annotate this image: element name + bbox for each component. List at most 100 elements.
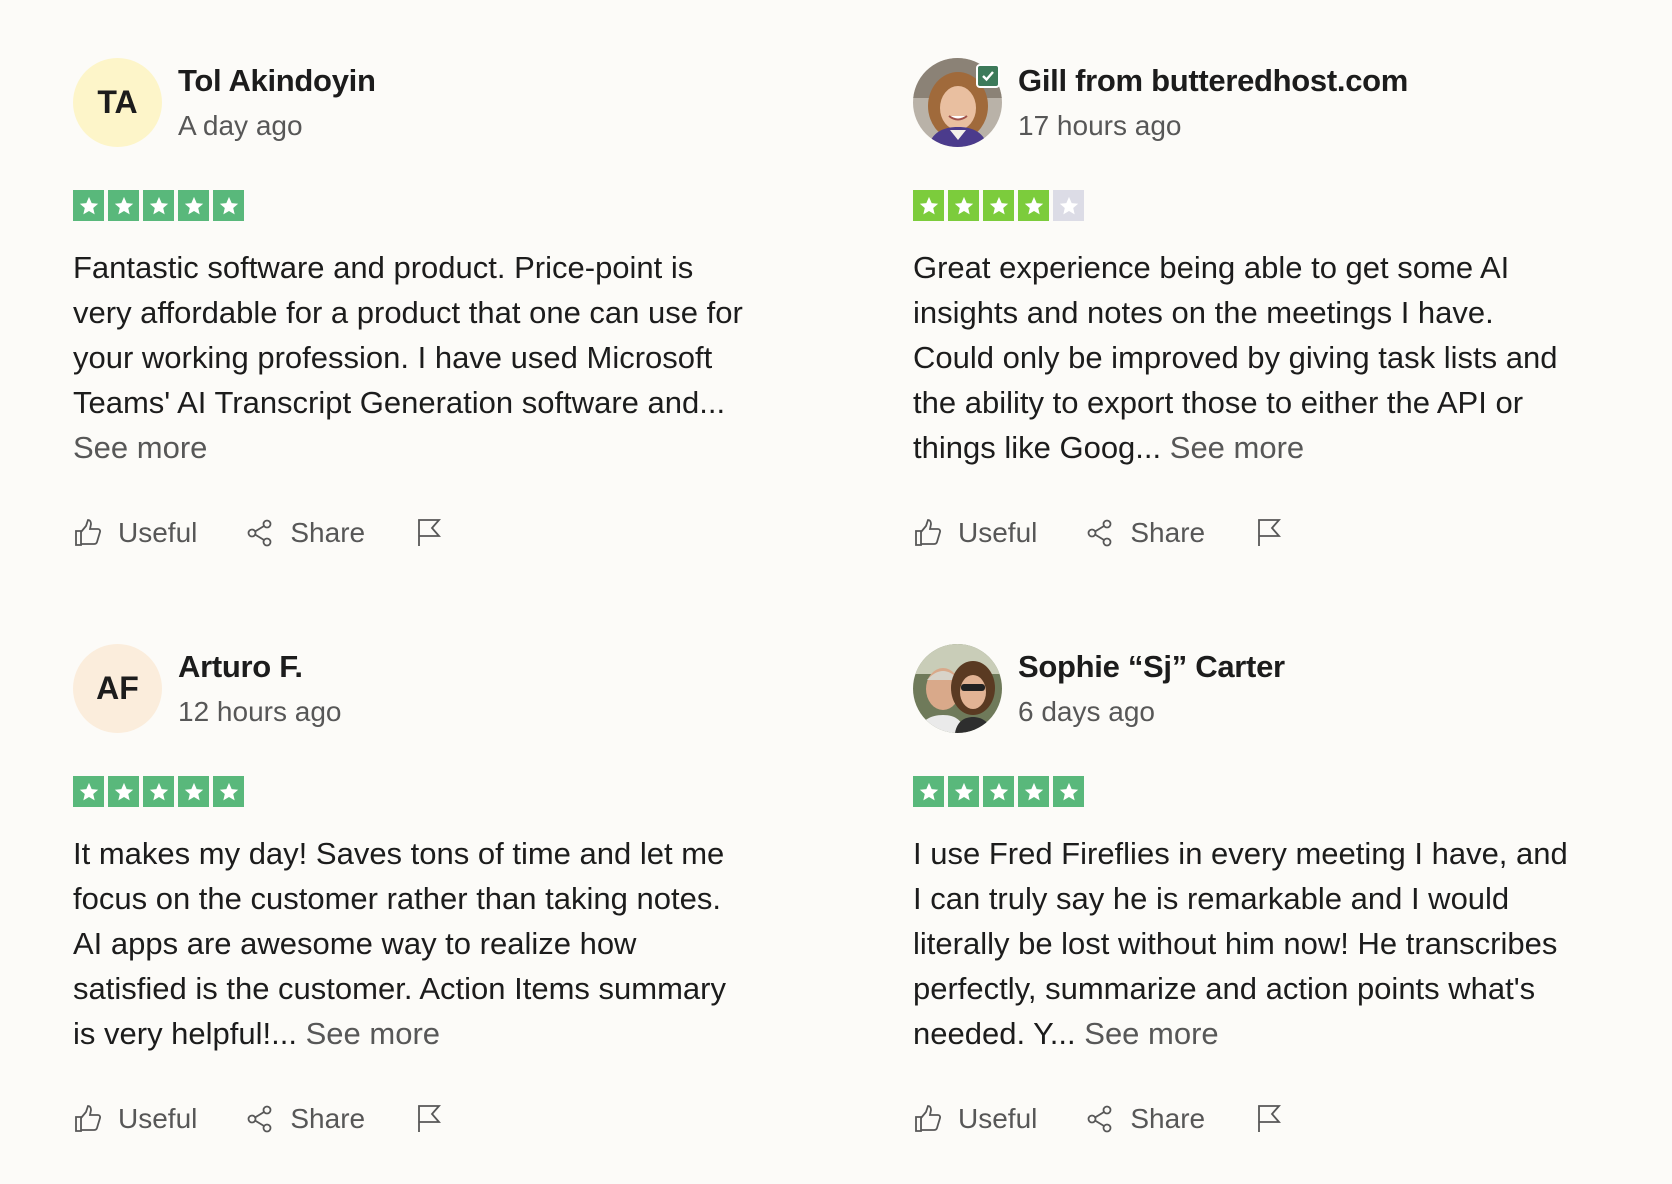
share-button[interactable]: Share	[245, 517, 365, 549]
flag-icon	[418, 519, 442, 546]
share-button[interactable]: Share	[1085, 517, 1205, 549]
reviewer-name[interactable]: Sophie “Sj” Carter	[1018, 648, 1285, 685]
report-button[interactable]	[413, 518, 443, 548]
star-filled	[1018, 190, 1049, 221]
useful-label: Useful	[958, 1103, 1038, 1134]
reviewer-meta: Tol Akindoyin A day ago	[178, 58, 376, 142]
useful-button[interactable]: Useful	[913, 1103, 1037, 1135]
see-more-link[interactable]: See more	[73, 430, 207, 465]
star-empty	[1053, 190, 1084, 221]
review-card: Gill from butteredhost.com 17 hours ago …	[913, 58, 1593, 598]
useful-button[interactable]: Useful	[73, 517, 197, 549]
report-button[interactable]	[1253, 518, 1283, 548]
star-filled	[913, 776, 944, 807]
star-filled	[143, 776, 174, 807]
reviewer-meta: Gill from butteredhost.com 17 hours ago	[1018, 58, 1408, 142]
useful-button[interactable]: Useful	[913, 517, 1037, 549]
star-filled	[948, 190, 979, 221]
see-more-link[interactable]: See more	[306, 1016, 440, 1051]
share-icon	[247, 519, 272, 547]
review-actions: Useful Share	[73, 513, 443, 553]
star-filled	[948, 776, 979, 807]
review-text: Great experience being able to get some …	[913, 245, 1583, 470]
review-time: 17 hours ago	[1018, 110, 1182, 142]
share-button[interactable]: Share	[245, 1103, 365, 1135]
review-text: Fantastic software and product. Price-po…	[73, 245, 743, 470]
review-card: AF Arturo F. 12 hours ago It makes my da…	[73, 644, 753, 1184]
avatar[interactable]	[913, 644, 1002, 733]
avatar[interactable]	[913, 58, 1002, 147]
reviewer-meta: Arturo F. 12 hours ago	[178, 644, 341, 728]
review-time: A day ago	[178, 110, 303, 142]
share-label: Share	[290, 1103, 366, 1134]
review-card: Sophie “Sj” Carter 6 days ago I use Fred…	[913, 644, 1593, 1184]
report-button[interactable]	[413, 1104, 443, 1134]
review-header: Sophie “Sj” Carter 6 days ago	[913, 644, 1593, 734]
report-button[interactable]	[1253, 1104, 1283, 1134]
star-filled	[73, 190, 104, 221]
share-icon	[1087, 519, 1112, 547]
review-header: AF Arturo F. 12 hours ago	[73, 644, 753, 734]
share-label: Share	[290, 517, 366, 548]
review-text-content: I use Fred Fireflies in every meeting I …	[913, 836, 1568, 1051]
star-filled	[213, 776, 244, 807]
share-icon	[1087, 1105, 1112, 1133]
star-rating	[913, 190, 1593, 221]
star-filled	[1053, 776, 1084, 807]
reviews-grid: TA Tol Akindoyin A day ago Fantastic sof…	[0, 0, 1672, 1184]
star-filled	[178, 190, 209, 221]
star-filled	[213, 190, 244, 221]
review-text: It makes my day! Saves tons of time and …	[73, 831, 743, 1056]
avatar-initials: AF	[96, 670, 139, 706]
review-time: 6 days ago	[1018, 696, 1155, 728]
useful-label: Useful	[118, 1103, 198, 1134]
flag-icon	[1258, 519, 1282, 546]
review-actions: Useful Share	[913, 1099, 1283, 1139]
share-label: Share	[1130, 1103, 1206, 1134]
star-filled	[913, 190, 944, 221]
thumbs-up-icon	[915, 519, 942, 546]
avatar-initials: TA	[97, 84, 138, 120]
star-filled	[108, 190, 139, 221]
star-rating	[913, 776, 1593, 807]
star-filled	[983, 190, 1014, 221]
star-filled	[73, 776, 104, 807]
review-time: 12 hours ago	[178, 696, 342, 728]
review-card: TA Tol Akindoyin A day ago Fantastic sof…	[73, 58, 753, 598]
thumbs-up-icon	[915, 1105, 942, 1132]
share-button[interactable]: Share	[1085, 1103, 1205, 1135]
review-text: I use Fred Fireflies in every meeting I …	[913, 831, 1583, 1056]
avatar-photo	[913, 644, 1002, 733]
share-icon	[247, 1105, 272, 1133]
useful-label: Useful	[958, 517, 1038, 548]
star-rating	[73, 776, 753, 807]
review-header: TA Tol Akindoyin A day ago	[73, 58, 753, 148]
review-text-content: Fantastic software and product. Price-po…	[73, 250, 743, 420]
star-filled	[143, 190, 174, 221]
star-filled	[1018, 776, 1049, 807]
useful-button[interactable]: Useful	[73, 1103, 197, 1135]
useful-label: Useful	[118, 517, 198, 548]
avatar[interactable]: AF	[73, 644, 162, 733]
star-rating	[73, 190, 753, 221]
reviewer-name[interactable]: Gill from butteredhost.com	[1018, 62, 1408, 99]
flag-icon	[418, 1105, 442, 1132]
flag-icon	[1258, 1105, 1282, 1132]
star-filled	[108, 776, 139, 807]
review-actions: Useful Share	[913, 513, 1283, 553]
review-header: Gill from butteredhost.com 17 hours ago	[913, 58, 1593, 148]
reviewer-meta: Sophie “Sj” Carter 6 days ago	[1018, 644, 1285, 728]
see-more-link[interactable]: See more	[1170, 430, 1304, 465]
share-label: Share	[1130, 517, 1206, 548]
see-more-link[interactable]: See more	[1084, 1016, 1218, 1051]
thumbs-up-icon	[75, 1105, 102, 1132]
star-filled	[983, 776, 1014, 807]
reviewer-name[interactable]: Tol Akindoyin	[178, 62, 376, 99]
thumbs-up-icon	[75, 519, 102, 546]
checkmark-icon	[982, 71, 994, 82]
reviewer-name[interactable]: Arturo F.	[178, 648, 341, 685]
review-actions: Useful Share	[73, 1099, 443, 1139]
star-filled	[178, 776, 209, 807]
avatar[interactable]: TA	[73, 58, 162, 147]
verified-badge	[976, 64, 1000, 88]
